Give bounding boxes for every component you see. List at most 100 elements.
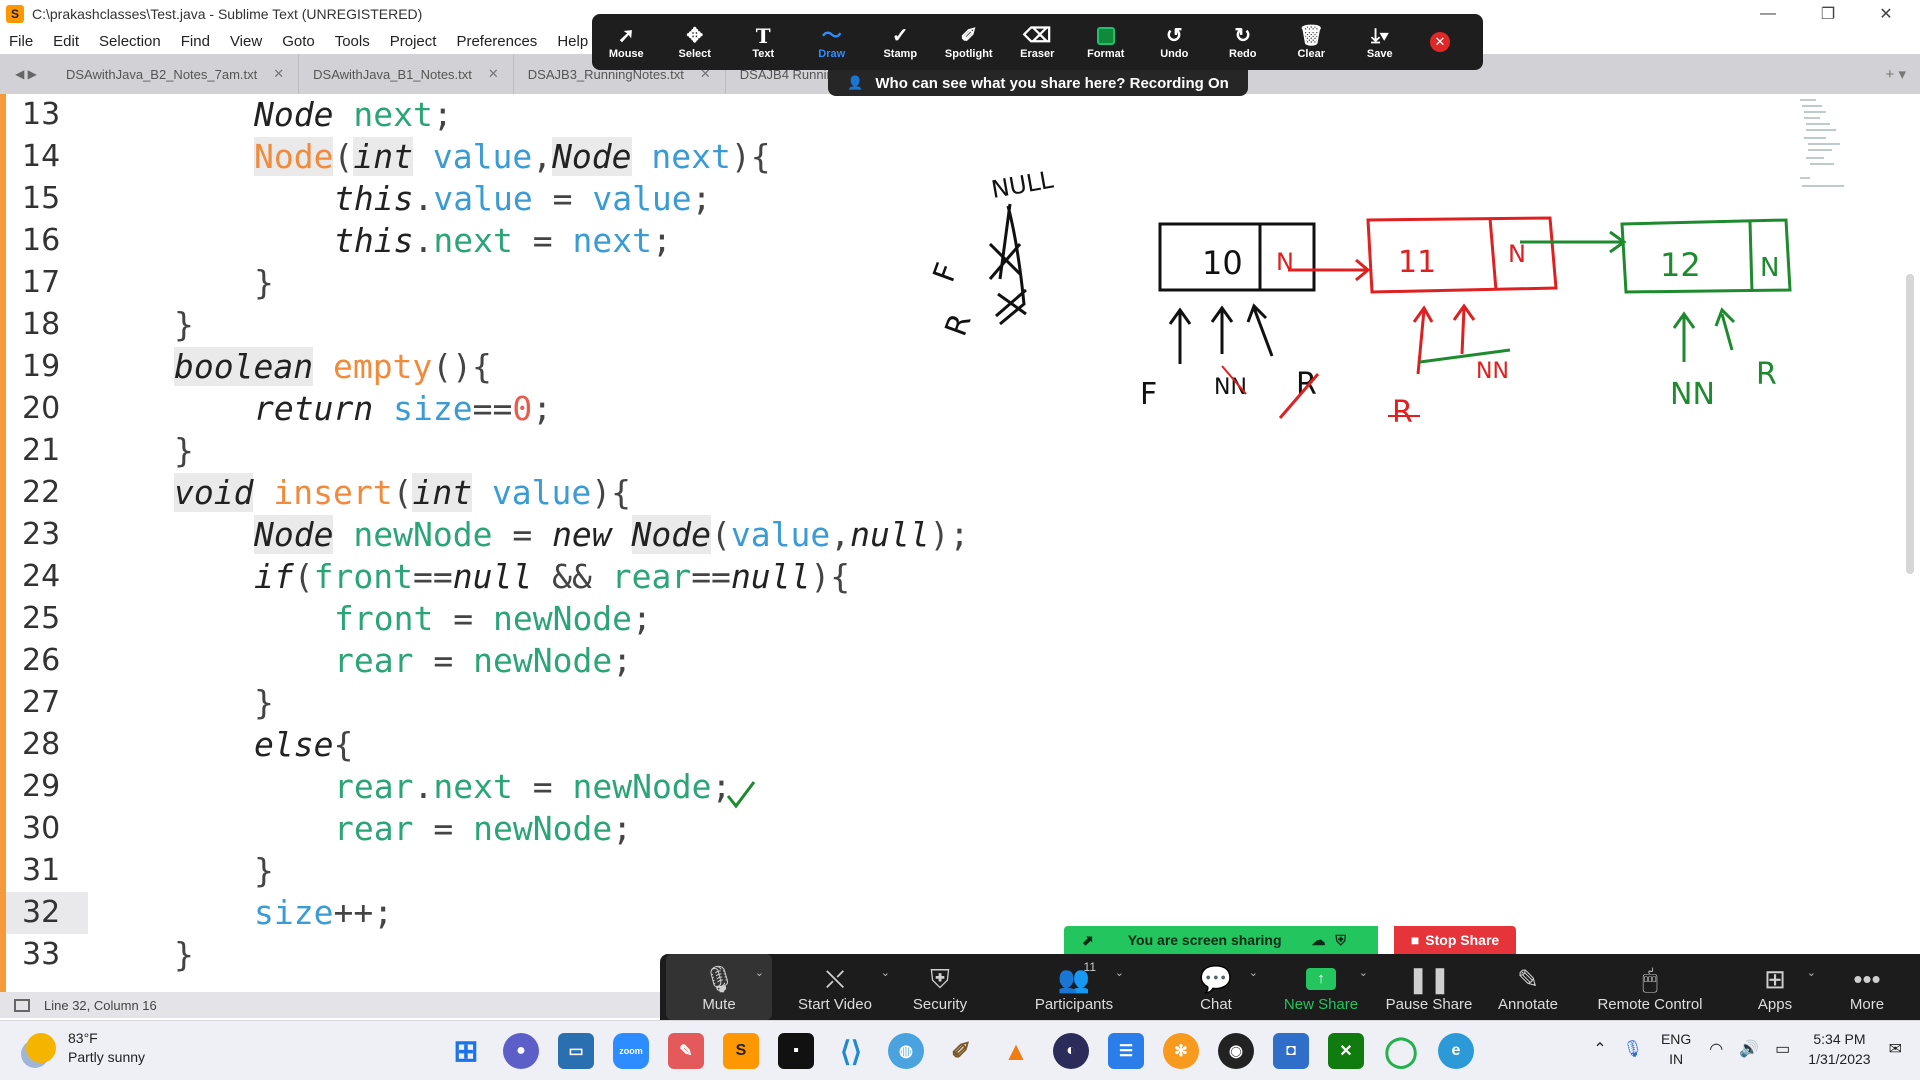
weather-widget[interactable]: 83°F Partly sunny [26, 1029, 145, 1067]
vscode-icon[interactable]: ⟨⟩ [833, 1033, 869, 1069]
pin-icon: ⬈ [1082, 931, 1094, 948]
maximize-button[interactable]: ❐ [1800, 0, 1856, 28]
checkmark-icon: ✓ [891, 25, 909, 47]
zoom-app-icon[interactable]: zoom [613, 1033, 649, 1069]
participant-count: 11 [1083, 960, 1096, 974]
obs-icon[interactable]: ◉ [1218, 1033, 1254, 1069]
newnode-pointer-label: NN [1214, 375, 1247, 400]
apps-button[interactable]: ⊞ Apps ⌄ [1726, 954, 1824, 1020]
windows-start-icon[interactable]: ⊞ [448, 1033, 484, 1069]
xbox-icon[interactable]: ✕ [1328, 1033, 1364, 1069]
app-ring-icon[interactable]: ◯ [1383, 1033, 1419, 1069]
format-tool[interactable]: Format [1072, 14, 1141, 70]
sublime-text-icon[interactable]: S [723, 1033, 759, 1069]
draw-tool[interactable]: 〜 Draw [798, 14, 867, 70]
vlc-icon[interactable]: ▲ [998, 1033, 1034, 1069]
chevron-down-icon[interactable]: ⌄ [1115, 966, 1124, 979]
panel-toggle-icon[interactable] [14, 998, 30, 1012]
eclipse-icon[interactable]: ◐ [1053, 1033, 1089, 1069]
minimize-button[interactable]: — [1740, 0, 1796, 28]
select-tool[interactable]: ✥ Select [661, 14, 730, 70]
chat-button[interactable]: 💬 Chat ⌄ [1166, 954, 1266, 1020]
node-value-11: 11 [1398, 245, 1436, 280]
spotlight-tool[interactable]: ✐ Spotlight [935, 14, 1004, 70]
chevron-down-icon[interactable]: ⌄ [881, 966, 890, 979]
null-label: NULL [989, 165, 1056, 203]
menu-tools[interactable]: Tools [326, 33, 381, 50]
pause-icon: ❚❚ [1407, 963, 1451, 994]
clear-tool[interactable]: 🗑 Clear [1277, 14, 1346, 70]
teams-chat-icon[interactable]: ● [503, 1033, 539, 1069]
save-tool[interactable]: ⤓▾ Save [1346, 14, 1415, 70]
tab-close-icon[interactable]: ✕ [273, 66, 284, 82]
menu-file[interactable]: File [0, 33, 44, 50]
paint-app-icon[interactable]: ✎ [668, 1033, 704, 1069]
edge-icon[interactable]: e [1438, 1033, 1474, 1069]
tab[interactable]: DSAwithJava_B1_Notes.txt ✕ [299, 54, 514, 94]
eraser-tool[interactable]: ⌫ Eraser [1003, 14, 1072, 70]
stamp-tool[interactable]: ✓ Stamp [866, 14, 935, 70]
chevron-down-icon[interactable]: ⌄ [1249, 966, 1258, 979]
app-icon[interactable]: ◘ [1273, 1033, 1309, 1069]
close-annotation-icon[interactable]: ✕ [1430, 32, 1450, 52]
clock[interactable]: 5:34 PM 1/31/2023 [1808, 1029, 1870, 1069]
trash-icon: 🗑 [1298, 25, 1324, 47]
chevron-down-icon[interactable]: ⌄ [755, 966, 764, 979]
wifi-icon[interactable]: ◠ [1709, 1039, 1723, 1059]
sublime-app-icon: S [6, 5, 24, 23]
tab-close-icon[interactable]: ✕ [488, 66, 499, 82]
mouse-tool[interactable]: ➚ Mouse [592, 14, 661, 70]
menu-view[interactable]: View [221, 33, 273, 50]
language-indicator[interactable]: ENG IN [1661, 1029, 1691, 1069]
annotate-button[interactable]: ✎ Annotate [1482, 954, 1574, 1020]
text-tool[interactable]: T Text [729, 14, 798, 70]
text-t-icon: T [755, 24, 771, 48]
notepad-icon[interactable]: ☰ [1108, 1033, 1144, 1069]
annotation-toolbar: ➚ Mouse ✥ Select T Text 〜 Draw ✓ Stamp ✐ Spotl… [592, 14, 1483, 70]
node-next-label: N [1508, 240, 1526, 268]
menu-edit[interactable]: Edit [44, 33, 90, 50]
menu-find[interactable]: Find [172, 33, 221, 50]
apps-icon: ⊞ [1764, 963, 1786, 994]
new-share-button[interactable]: ↑ New Share ⌄ [1266, 954, 1376, 1020]
redo-tool[interactable]: ↻ Redo [1209, 14, 1278, 70]
menu-selection[interactable]: Selection [90, 33, 172, 50]
app-icon[interactable]: ◍ [888, 1033, 924, 1069]
chevron-down-icon[interactable]: ⌄ [1807, 966, 1816, 979]
pencil-app-icon[interactable]: ✐ [943, 1033, 979, 1069]
menu-preferences[interactable]: Preferences [447, 33, 548, 50]
close-window-button[interactable]: ✕ [1858, 0, 1914, 28]
windows-taskbar: 83°F Partly sunny ⊞ ● ▭ zoom ✎ S ▪ ⟨⟩ ◍ … [0, 1020, 1920, 1080]
start-video-button[interactable]: ⛌ Start Video ⌄ [772, 954, 898, 1020]
stop-share-button[interactable]: ■ Stop Share [1394, 926, 1516, 954]
chevron-down-icon[interactable]: ⌄ [1359, 966, 1368, 979]
notification-icon[interactable]: ✉ [1889, 1039, 1902, 1059]
security-button[interactable]: ⛨ Security [898, 954, 982, 1020]
mouse-icon: 🖱 [1642, 963, 1658, 994]
participants-button[interactable]: 👥 Participants 11 ⌄ [982, 954, 1166, 1020]
microphone-icon: 🎙 [702, 963, 736, 994]
battery-icon[interactable]: ▭ [1775, 1039, 1790, 1059]
tab-label: DSAwithJava_B1_Notes.txt [313, 66, 472, 82]
menu-goto[interactable]: Goto [273, 33, 326, 50]
undo-tool[interactable]: ↺ Undo [1140, 14, 1209, 70]
remote-control-button[interactable]: 🖱 Remote Control [1574, 954, 1726, 1020]
menu-project[interactable]: Project [381, 33, 448, 50]
code-editor[interactable]: 13 Node next; 14 Node(int value,Node next)… [0, 94, 1920, 992]
undo-icon: ↺ [1165, 25, 1183, 47]
new-tab-icon[interactable]: + ▾ [1886, 65, 1906, 83]
microphone-icon[interactable]: 🎙 [1623, 1039, 1643, 1059]
pointer-arrows-node-11 [1412, 303, 1476, 375]
pause-share-button[interactable]: ❚❚ Pause Share [1376, 954, 1482, 1020]
screen-sharing-indicator[interactable]: ⬈ You are screen sharing ☁ ⛨ [1064, 926, 1378, 954]
tab-scroll-arrows-icon[interactable]: ◀ ▶ [0, 67, 52, 81]
tab[interactable]: DSAwithJava_B2_Notes_7am.txt ✕ [52, 54, 300, 94]
redo-icon: ↻ [1234, 25, 1252, 47]
mute-button[interactable]: 🎙 Mute ⌄ [666, 954, 772, 1020]
chevron-up-icon[interactable]: ⌃ [1593, 1039, 1606, 1059]
desktop-icon[interactable]: ▭ [558, 1033, 594, 1069]
volume-icon[interactable]: 🔊 [1739, 1039, 1759, 1059]
terminal-icon[interactable]: ▪ [778, 1033, 814, 1069]
app-icon[interactable]: ✻ [1163, 1033, 1199, 1069]
more-button[interactable]: ••• More [1824, 954, 1910, 1020]
